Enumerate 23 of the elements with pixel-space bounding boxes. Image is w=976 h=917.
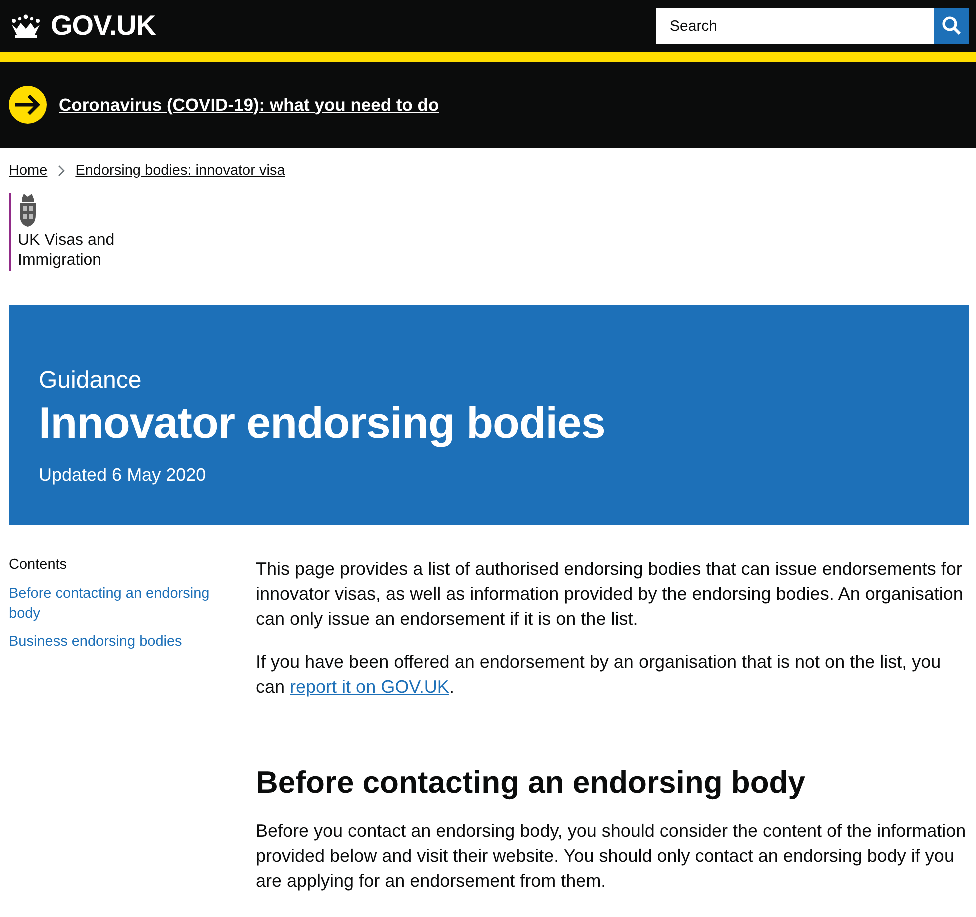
organisation-name[interactable]: UK Visas and Immigration: [18, 231, 148, 271]
breadcrumb-link[interactable]: Endorsing bodies: innovator visa: [76, 163, 286, 179]
search-field[interactable]: Search: [656, 8, 934, 44]
contents-link[interactable]: Before contacting an endorsing body: [9, 584, 230, 624]
crown-icon: [9, 13, 43, 39]
section-heading: Before contacting an endorsing body: [256, 765, 806, 801]
page-title: Innovator endorsing bodies: [39, 399, 606, 449]
crest-icon: [18, 193, 38, 227]
paragraph: Before you contact an endorsing body, you should consider the content of the information provided below and visit their website. You should only contact an endorsing body if you are applying for an endorsement from them.: [256, 820, 968, 893]
contents-title: Contents: [9, 557, 68, 573]
site-logo[interactable]: GOV.UK: [51, 10, 156, 42]
arrow-circle-icon: [9, 86, 47, 124]
contents-link[interactable]: Business endorsing bodies: [9, 632, 182, 652]
breadcrumb-link[interactable]: Home: [9, 163, 48, 179]
search-button[interactable]: [934, 8, 969, 44]
chevron-icon: [58, 165, 66, 177]
paragraph: This page provides a list of authorised endorsing bodies that can issue endorsements for innovator visas, as well as information provided by the endorsing bodies. An organisation can only issue an endorsement if it is on the list.: [256, 558, 964, 631]
report-link[interactable]: report it on GOV.UK: [290, 677, 450, 697]
banner-link[interactable]: Coronavirus (COVID-19): what you need to do: [59, 94, 440, 116]
paragraph: If you have been offered an endorsement by an organisation that is not on the list, you can report it on GOV.UK.: [256, 651, 942, 699]
updated-date: Updated 6 May 2020: [39, 465, 206, 486]
document-type: Guidance: [39, 367, 142, 395]
search-icon: [942, 16, 962, 36]
